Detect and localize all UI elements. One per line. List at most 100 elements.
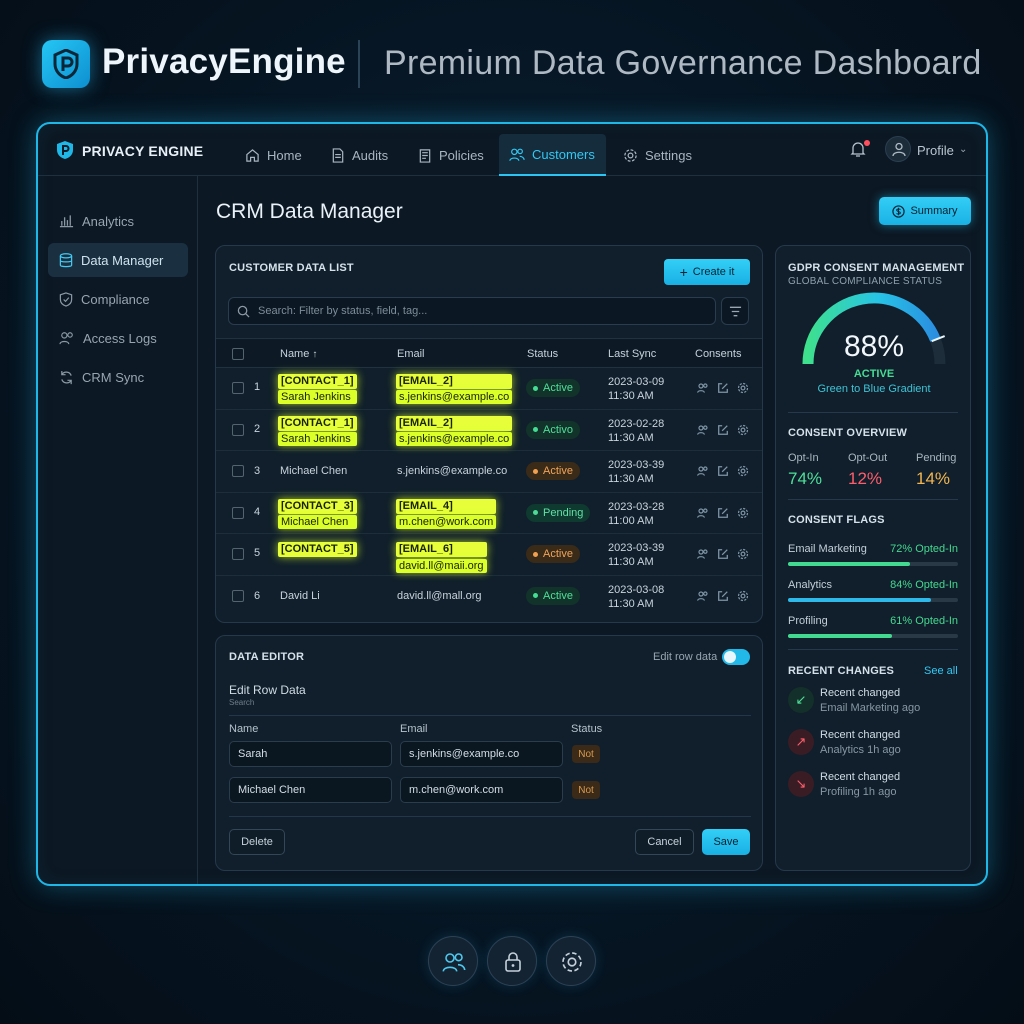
nav-audits-label: Audits	[352, 147, 389, 163]
edit-icon[interactable]	[717, 548, 729, 560]
summary-label: Summary	[910, 205, 958, 217]
table-row[interactable]: 5 [CONTACT_5] [EMAIL_6] david.ll@maii.or…	[216, 534, 762, 576]
flag-bar-fill	[788, 598, 931, 602]
overview-value: 12%	[848, 469, 883, 488]
row-checkbox[interactable]	[232, 465, 244, 477]
chevron-down-icon[interactable]: ⌄	[959, 144, 967, 155]
gauge-caption: Green to Blue Gradient	[817, 383, 931, 395]
sort-arrow-icon: ↑	[312, 349, 318, 360]
table-row[interactable]: 6 David Li david.ll@mall.org Active 2023…	[216, 576, 762, 618]
nav-customers[interactable]: Customers	[499, 134, 606, 176]
see-all-link[interactable]: See all	[924, 665, 958, 677]
users-icon[interactable]	[697, 382, 709, 394]
nav-home[interactable]: Home	[235, 134, 312, 176]
users-icon[interactable]	[697, 590, 709, 602]
overview-label: Opt-In	[788, 452, 819, 464]
nav-settings[interactable]: Settings	[613, 134, 702, 176]
change-title: Recent changed	[820, 771, 901, 783]
sidebar-item-data-manager[interactable]: Data Manager	[48, 243, 188, 277]
redaction-tag: [CONTACT_1]	[278, 374, 357, 389]
users-icon[interactable]	[697, 465, 709, 477]
sidebar-item-compliance[interactable]: Compliance	[48, 282, 188, 316]
contact-email: s.jenkins@example.co	[396, 431, 513, 446]
row-checkbox[interactable]	[232, 382, 244, 394]
search-input[interactable]: Search: Filter by status, field, tag...	[228, 297, 716, 325]
row-checkbox[interactable]	[232, 589, 244, 602]
email-field[interactable]: s.jenkins@example.co	[400, 741, 563, 767]
table-row[interactable]: 4 [CONTACT_3] Michael Chen [EMAIL_4] m.c…	[216, 493, 762, 534]
users-icon[interactable]	[697, 424, 709, 436]
gauge-status: ACTIVE	[853, 368, 895, 380]
table-row[interactable]: 3 Michael Chen s.jenkins@example.co Acti…	[216, 451, 762, 493]
bar-chart-icon	[59, 215, 74, 228]
row-checkbox[interactable]	[232, 423, 244, 436]
sidebar-item-crm-sync[interactable]: CRM Sync	[48, 360, 188, 394]
gear-icon[interactable]	[737, 507, 749, 519]
name-cell: [CONTACT_1] Sarah Jenkins	[278, 415, 357, 446]
sidebar-item-label: Compliance	[81, 291, 150, 307]
last-sync: 2023-03-39 11:30 AM	[608, 459, 665, 485]
header-last-sync[interactable]: Last Sync	[608, 348, 656, 360]
divider	[229, 816, 751, 817]
gear-icon[interactable]	[737, 590, 749, 602]
row-checkbox[interactable]	[232, 506, 244, 519]
redaction-tag: [EMAIL_2]	[396, 415, 513, 431]
header-name[interactable]: Name ↑	[280, 348, 317, 360]
last-sync: 2023-02-28 11:30 AM	[608, 417, 665, 444]
status-badge: Active	[526, 586, 580, 605]
cancel-button[interactable]: Cancel	[635, 829, 694, 855]
recent-changes-title: RECENT CHANGES	[788, 665, 895, 677]
dock-users-button[interactable]	[428, 936, 478, 986]
gear-icon[interactable]	[737, 465, 749, 477]
header-email[interactable]: Email	[397, 348, 425, 360]
dock-settings-button[interactable]	[546, 936, 596, 986]
gear-icon[interactable]	[737, 424, 749, 436]
contact-name: Sarah Jenkins	[278, 390, 357, 404]
nav-policies[interactable]: Policies	[408, 134, 494, 176]
gear-icon[interactable]	[737, 548, 749, 560]
nav-customers-label: Customers	[532, 146, 595, 162]
edit-icon[interactable]	[717, 424, 729, 436]
avatar[interactable]	[885, 136, 911, 162]
filter-button[interactable]	[721, 297, 749, 325]
dock-lock-button[interactable]	[487, 936, 537, 986]
shield-icon	[59, 291, 73, 307]
row-checkbox[interactable]	[232, 548, 244, 560]
dollar-circle-icon	[892, 204, 906, 218]
table-row[interactable]: 2 [CONTACT_1] Sarah Jenkins [EMAIL_2] s.…	[216, 410, 762, 451]
notification-dot	[864, 140, 870, 146]
sidebar-item-access-logs[interactable]: Access Logs	[48, 321, 188, 355]
edit-icon[interactable]	[717, 507, 729, 519]
edit-icon[interactable]	[717, 590, 729, 602]
sidebar-item-analytics[interactable]: Analytics	[48, 204, 188, 238]
users-icon[interactable]	[697, 507, 709, 519]
nav-audits[interactable]: Audits	[321, 134, 398, 176]
profile-menu[interactable]: Profile	[917, 143, 954, 158]
search-placeholder: Search: Filter by status, field, tag...	[258, 305, 428, 317]
email-field[interactable]: m.chen@work.com	[400, 777, 563, 803]
users-icon[interactable]	[697, 548, 709, 560]
delete-button[interactable]: Delete	[229, 829, 285, 855]
name-field[interactable]: Sarah	[229, 741, 392, 767]
row-number: 6	[254, 589, 261, 602]
edit-row-section-sub: Search	[229, 698, 255, 707]
status-badge[interactable]: Not	[572, 781, 600, 799]
gear-icon[interactable]	[737, 382, 749, 394]
table-row[interactable]: 1 [CONTACT_1] Sarah Jenkins [EMAIL_2] s.…	[216, 368, 762, 410]
header-status[interactable]: Status	[527, 348, 558, 360]
select-all-checkbox[interactable]	[232, 348, 244, 360]
table-header: Name ↑ Email Status Last Sync Consents	[216, 338, 762, 368]
create-button[interactable]: + Create it	[664, 259, 750, 285]
consent-flags-title: CONSENT FLAGS	[788, 514, 885, 526]
edit-icon[interactable]	[717, 465, 729, 477]
summary-button[interactable]: Summary	[879, 197, 971, 225]
save-button[interactable]: Save	[702, 829, 750, 855]
edit-icon[interactable]	[717, 382, 729, 394]
name-field[interactable]: Michael Chen	[229, 777, 392, 803]
edit-row-toggle[interactable]	[722, 649, 750, 665]
contact-email: david.ll@maii.org	[396, 559, 487, 573]
nav-settings-label: Settings	[645, 147, 692, 163]
sidebar-item-label: CRM Sync	[82, 369, 145, 385]
home-icon	[246, 148, 259, 162]
status-badge[interactable]: Not	[572, 745, 600, 763]
